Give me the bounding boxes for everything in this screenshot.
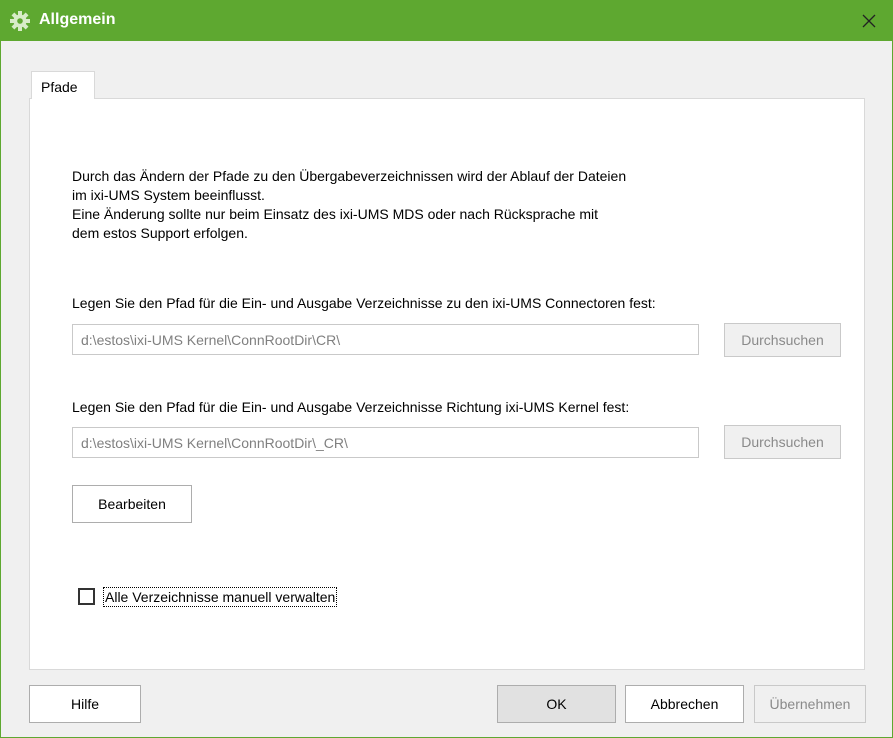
info-line: Eine Änderung sollte nur beim Einsatz de… bbox=[72, 206, 599, 222]
close-button[interactable] bbox=[846, 1, 892, 41]
kernel-path-label: Legen Sie den Pfad für die Ein- und Ausg… bbox=[72, 399, 630, 415]
info-line: im ixi-UMS System beeinflusst. bbox=[72, 187, 265, 203]
dialog-window: Allgemein Pfade Durch das Ändern der Pfa… bbox=[0, 0, 893, 738]
manual-management-checkbox[interactable] bbox=[78, 588, 95, 605]
kernel-browse-button[interactable]: Durchsuchen bbox=[724, 425, 841, 459]
connector-path-input[interactable] bbox=[72, 324, 699, 355]
connector-path-label: Legen Sie den Pfad für die Ein- und Ausg… bbox=[72, 295, 656, 311]
cancel-button[interactable]: Abbrechen bbox=[625, 685, 744, 723]
kernel-path-input[interactable] bbox=[72, 427, 699, 458]
info-text: Durch das Ändern der Pfade zu den Überga… bbox=[72, 167, 792, 243]
connector-browse-button[interactable]: Durchsuchen bbox=[724, 323, 841, 357]
tab-pfade[interactable]: Pfade bbox=[31, 71, 95, 99]
tab-panel-pfade: Durch das Ändern der Pfade zu den Überga… bbox=[29, 98, 865, 670]
edit-button[interactable]: Bearbeiten bbox=[72, 485, 192, 523]
apply-button[interactable]: Übernehmen bbox=[754, 685, 866, 723]
help-button[interactable]: Hilfe bbox=[29, 685, 141, 723]
ok-button[interactable]: OK bbox=[497, 685, 616, 723]
manual-management-label[interactable]: Alle Verzeichnisse manuell verwalten bbox=[103, 587, 338, 607]
info-line: dem estos Support erfolgen. bbox=[72, 225, 248, 241]
info-line: Durch das Ändern der Pfade zu den Überga… bbox=[72, 168, 627, 184]
gear-icon bbox=[10, 11, 30, 31]
close-icon bbox=[862, 14, 876, 28]
title-bar: Allgemein bbox=[1, 1, 892, 41]
window-title: Allgemein bbox=[39, 11, 116, 28]
